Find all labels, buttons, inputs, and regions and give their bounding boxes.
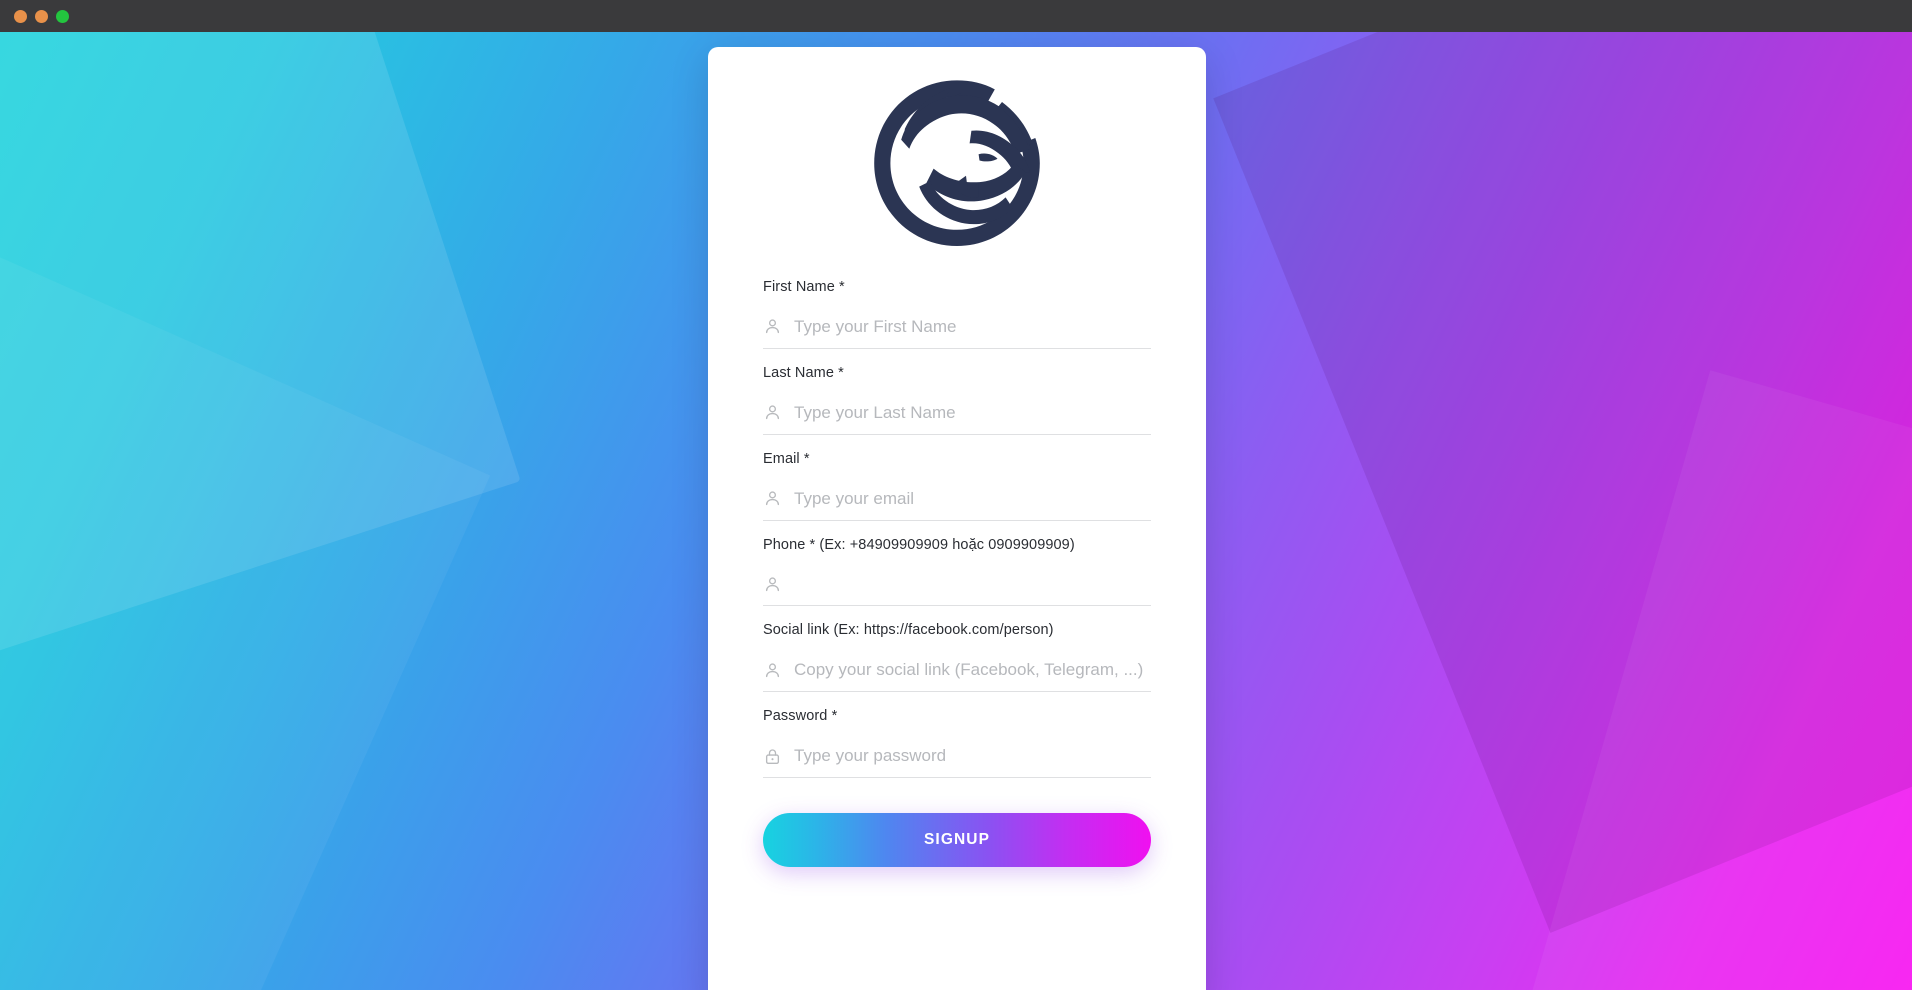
- phone-input[interactable]: [794, 574, 1151, 595]
- last-name-input[interactable]: [794, 402, 1151, 423]
- person-icon: [763, 403, 782, 422]
- field-phone: Phone * (Ex: +84909909909 hoặc 090990990…: [763, 536, 1151, 607]
- last-name-input-row[interactable]: [763, 402, 1151, 435]
- wolf-head-logo-icon: [874, 80, 1040, 247]
- minimize-traffic-light-icon[interactable]: [35, 9, 48, 23]
- person-icon: [763, 489, 782, 508]
- first-name-input-row[interactable]: [763, 316, 1151, 349]
- person-icon: [763, 575, 782, 594]
- signup-button[interactable]: SIGNUP: [763, 813, 1151, 868]
- field-first-name: First Name *: [763, 278, 1151, 349]
- password-input-row[interactable]: [763, 746, 1151, 779]
- field-email: Email *: [763, 450, 1151, 521]
- wallpaper-facet-right: [1213, 32, 1912, 933]
- first-name-input[interactable]: [794, 316, 1151, 337]
- field-last-name: Last Name *: [763, 364, 1151, 435]
- wallpaper-facet-bottom-right: [1500, 370, 1912, 990]
- password-label: Password *: [763, 708, 838, 725]
- person-icon: [763, 317, 782, 336]
- first-name-label: First Name *: [763, 279, 845, 295]
- social-link-label: Social link (Ex: https://facebook.com/pe…: [763, 622, 1054, 639]
- phone-input-row[interactable]: [763, 574, 1151, 607]
- last-name-label: Last Name *: [763, 364, 844, 381]
- social-link-input-row[interactable]: [763, 660, 1151, 693]
- phone-label: Phone * (Ex: +84909909909 hoặc 090990990…: [763, 536, 1075, 553]
- maximize-traffic-light-icon[interactable]: [56, 9, 69, 23]
- person-icon: [763, 661, 782, 680]
- field-social-link: Social link (Ex: https://facebook.com/pe…: [763, 621, 1151, 693]
- email-label: Email *: [763, 450, 810, 467]
- social-link-input[interactable]: [794, 660, 1151, 681]
- window-titlebar: [0, 0, 1912, 32]
- close-traffic-light-icon[interactable]: [14, 9, 27, 23]
- email-input-row[interactable]: [763, 488, 1151, 521]
- wallpaper-facet-left: [0, 166, 491, 990]
- lock-icon: [763, 747, 782, 766]
- signup-card: First Name * Last Name *: [708, 47, 1206, 990]
- app-root: First Name * Last Name *: [0, 0, 1912, 990]
- password-input[interactable]: [794, 746, 1151, 767]
- field-password: Password *: [763, 707, 1151, 779]
- logo-container: [763, 47, 1151, 263]
- wallpaper-facet-top-left: [0, 32, 521, 673]
- email-input[interactable]: [794, 488, 1151, 509]
